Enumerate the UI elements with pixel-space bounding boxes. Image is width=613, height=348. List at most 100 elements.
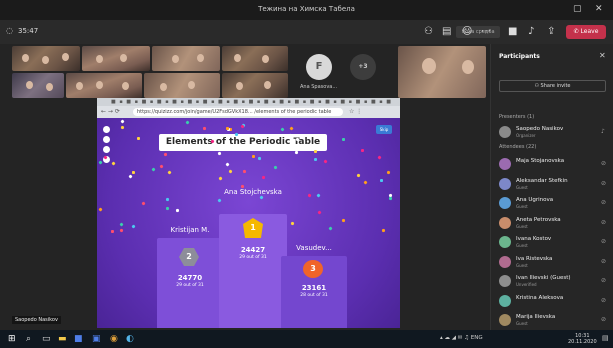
participant-row[interactable]: Aneta Petrovska Guest ⊘ [499,215,609,233]
participant-row[interactable]: Saopedo Nasikov Organizer ♪ [499,124,609,142]
participant-avatar[interactable]: F [306,54,332,80]
confetti-piece [356,173,361,178]
chrome-icon[interactable]: ◉ [110,334,118,344]
reactions-icon[interactable]: ☺ [462,26,472,37]
word-icon[interactable]: ▣ [92,334,101,344]
participant-row[interactable]: Ivan Ilievski (Guest) Unverified ⊘ [499,273,609,291]
leave-button[interactable]: ✆ Leave [566,25,606,39]
avatar [499,126,511,138]
mic-off-icon: ⊘ [601,179,607,187]
mic-off-icon: ⊘ [601,160,607,167]
participant-role: Guest [516,184,528,190]
participant-row[interactable]: Ivana Kostov Guest ⊘ [499,234,609,252]
participant-name: Marija Ilievska [516,314,556,320]
skip-button[interactable]: Skip [376,125,392,134]
confetti-piece [363,180,368,185]
confetti-piece [257,156,262,161]
participants-icon[interactable]: ⚇ [424,26,433,37]
video-tile[interactable] [152,46,220,71]
system-tray[interactable]: ▴ ☁ ◢ ✉ ♫ ENG [440,335,483,341]
participant-row[interactable]: Ana Ugrinova Guest ⊘ [499,195,609,213]
overflow-participants[interactable]: +3 [350,54,376,80]
side-button[interactable] [103,126,110,133]
confetti-piece [163,152,168,157]
video-tile[interactable] [12,46,80,71]
confetti-piece [328,226,333,231]
shield-icon: ◌ [6,26,13,35]
first-place-correct: 29 out of 31 [239,255,267,260]
first-place-score: 24427 [240,246,266,254]
mic-off-icon: ⊘ [601,316,607,323]
confetti-piece [131,224,136,229]
mic-off-icon: ⊘ [601,257,607,265]
close-icon[interactable]: ✕ [599,51,606,60]
participant-row[interactable]: Kristina Aleksova ⊘ [499,293,609,311]
share-invite-button[interactable]: ⚇ Share invite [499,80,606,92]
video-tile[interactable] [222,46,288,71]
video-tile-large[interactable] [398,46,486,98]
participant-row[interactable]: Marija Ilievska Guest ⊘ [499,312,609,330]
participants-panel: Participants ✕ ⚇ Share invite Presenters… [490,44,613,330]
avatar [499,197,511,209]
person-head [46,83,53,91]
second-place-badge: 2 [179,248,199,266]
confetti-piece [240,124,245,129]
share-icon[interactable]: ⇪ [547,26,555,37]
side-button[interactable] [103,146,110,153]
participant-role: Guest [516,262,528,268]
confetti-piece [225,126,230,131]
person-head [26,81,33,89]
participant-row[interactable]: Aleksandar Stefkin Guest ⊘ [499,176,609,194]
video-tile[interactable] [66,73,142,98]
person-head [172,55,179,63]
confetti-piece [377,155,382,160]
second-place-podium: 2 24770 29 out of 31 [157,238,223,328]
confetti-piece [289,126,294,131]
file-explorer-icon[interactable]: ▬ [58,334,67,344]
person-head [96,55,103,63]
panel-title: Participants [499,53,540,60]
more-icon[interactable]: ⋯ [481,26,491,37]
video-tile[interactable] [12,73,64,98]
title-bar: Тежина на Химска Табела ▢ ✕ [0,0,613,20]
confetti-piece [120,125,125,130]
video-tile[interactable] [144,73,220,98]
side-button[interactable] [103,136,110,143]
windows-start-icon[interactable]: ⊞ [8,334,16,344]
minimize-button[interactable]: ▢ [573,4,582,14]
participant-row[interactable]: Maja Stojanovska ⊘ [499,156,609,174]
confetti-piece [165,197,170,202]
participant-role: Unverified [516,282,537,287]
leave-label: Leave [580,28,599,35]
teams-icon[interactable]: ■ [74,334,83,344]
video-tile[interactable] [82,46,150,71]
camera-icon[interactable]: ■ [508,26,517,37]
task-view-icon[interactable]: ▭ [42,334,51,344]
video-tile[interactable] [222,73,288,98]
confetti-piece [386,170,391,175]
browser-menu-icons[interactable]: ☆ ⋮ [349,108,362,115]
search-icon[interactable]: ⌕ [26,334,31,344]
third-place-score: 23161 [301,284,327,292]
address-bar[interactable]: https://quizizz.com/join/game/U2FsdGVkX1… [133,108,343,116]
close-button[interactable]: ✕ [595,4,603,14]
chat-icon[interactable]: ▤ [442,26,451,37]
avatar [499,236,511,248]
confetti-piece [259,195,264,200]
browser-nav-icons[interactable]: ← → ⟳ [101,108,120,115]
tab-icons[interactable]: ■ ▪ ■ ▪ ■ ▪ ■ ▪ ■ ▪ ■ ▪ ■ ▪ ■ ▪ ■ ▪ ■ ▪ … [111,99,392,105]
edge-icon[interactable]: ◐ [126,334,134,344]
mic-off-icon: ⊘ [601,199,607,206]
taskbar-clock[interactable]: 10:31 20.11.2020 [568,333,597,345]
mic-icon[interactable]: ♪ [528,26,534,37]
notifications-icon[interactable]: ▤ [602,334,609,342]
person-head [422,58,436,74]
share-invite-label: Share invite [540,83,571,89]
first-place-name: Ana Stojchevska [224,188,282,196]
participant-row[interactable]: Iva Ristevska Guest ⊘ [499,254,609,272]
confetti-piece [307,193,312,198]
participant-name: Maja Stojanovska [516,158,565,164]
confetti-piece [317,210,322,215]
side-buttons [103,126,111,166]
presenters-section-label: Presenters (1) [499,114,535,120]
